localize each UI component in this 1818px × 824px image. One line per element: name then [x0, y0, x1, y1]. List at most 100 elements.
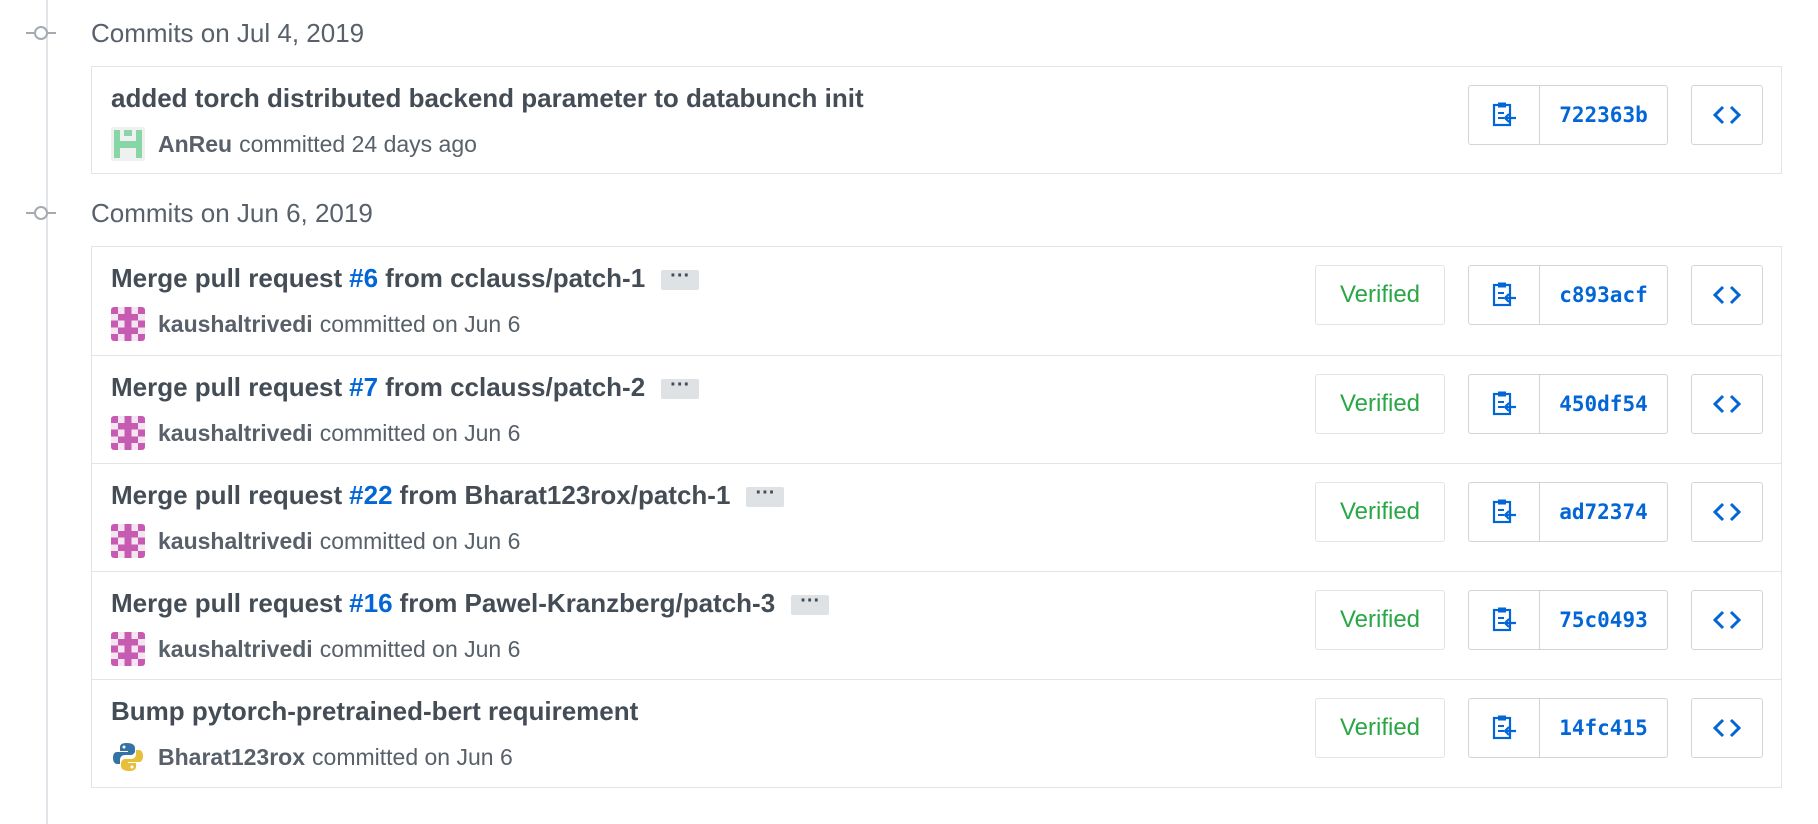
- clipboard-icon: [1492, 499, 1516, 524]
- pull-request-link[interactable]: #7: [349, 372, 378, 403]
- commit-message-link[interactable]: Merge pull request: [111, 263, 342, 294]
- clipboard-icon: [1492, 102, 1516, 127]
- commit-meta: kaushaltrivedi committed on Jun 6: [111, 632, 520, 666]
- python-logo-icon: [111, 740, 145, 774]
- code-icon: [1713, 718, 1741, 738]
- avatar[interactable]: [111, 632, 145, 666]
- commit-sha-link[interactable]: 14fc415: [1540, 699, 1667, 757]
- copy-sha-button[interactable]: [1469, 375, 1540, 433]
- browse-repo-button[interactable]: [1691, 265, 1763, 325]
- commit-message-link[interactable]: Merge pull request: [111, 588, 342, 619]
- commit-sha-link[interactable]: c893acf: [1540, 266, 1667, 324]
- identicon-icon: [111, 632, 145, 666]
- sha-button-group: 450df54: [1468, 374, 1668, 434]
- copy-sha-button[interactable]: [1469, 699, 1540, 757]
- commit-meta: kaushaltrivedi committed on Jun 6: [111, 307, 520, 341]
- commit-row: Bump pytorch-pretrained-bert requirement…: [92, 679, 1781, 787]
- clipboard-icon: [1492, 282, 1516, 307]
- commit-message: added torch distributed backend paramete…: [111, 83, 864, 113]
- commit-message: Merge pull request #7 from cclauss/patch…: [111, 372, 700, 403]
- author-link[interactable]: Bharat123rox: [158, 744, 305, 771]
- sha-button-group: 722363b: [1468, 85, 1668, 145]
- sha-button-group: 75c0493: [1468, 590, 1668, 650]
- browse-repo-button[interactable]: [1691, 374, 1763, 434]
- expand-message-button[interactable]: [746, 482, 785, 507]
- commit-message-link[interactable]: Bump pytorch-pretrained-bert requirement: [111, 696, 638, 727]
- avatar[interactable]: [111, 307, 145, 341]
- commit-meta: kaushaltrivedi committed on Jun 6: [111, 416, 520, 450]
- pull-request-link[interactable]: #6: [349, 263, 378, 294]
- commit-message: Merge pull request #16 from Pawel-Kranzb…: [111, 588, 830, 619]
- code-icon: [1713, 285, 1741, 305]
- pull-request-link[interactable]: #22: [349, 480, 392, 511]
- verified-badge[interactable]: Verified: [1315, 698, 1445, 758]
- avatar[interactable]: [111, 740, 145, 774]
- sha-button-group: ad72374: [1468, 482, 1668, 542]
- sha-button-group: c893acf: [1468, 265, 1668, 325]
- identicon-icon: [111, 524, 145, 558]
- sha-button-group: 14fc415: [1468, 698, 1668, 758]
- browse-repo-button[interactable]: [1691, 482, 1763, 542]
- commit-row: Merge pull request #7 from cclauss/patch…: [92, 355, 1781, 463]
- commit-time: committed on Jun 6: [319, 310, 521, 337]
- commit-time: committed on Jun 6: [319, 419, 521, 446]
- expand-message-button[interactable]: [661, 265, 700, 290]
- browse-repo-button[interactable]: [1691, 85, 1763, 145]
- commit-message-link[interactable]: added torch distributed backend paramete…: [111, 83, 864, 114]
- avatar[interactable]: [111, 416, 145, 450]
- commit-group: Commits on Jul 4, 2019 added torch distr…: [0, 0, 1818, 174]
- group-header: Commits on Jul 4, 2019: [0, 0, 1818, 66]
- commit-row: Merge pull request #6 from cclauss/patch…: [92, 247, 1781, 355]
- commit-message-link[interactable]: from Pawel-Kranzberg/patch-3: [400, 588, 776, 619]
- verified-badge[interactable]: Verified: [1315, 482, 1445, 542]
- commit-sha-link[interactable]: 450df54: [1540, 375, 1667, 433]
- group-date-title: Commits on Jun 6, 2019: [91, 198, 373, 228]
- copy-sha-button[interactable]: [1469, 483, 1540, 541]
- commit-message-link[interactable]: from cclauss/patch-2: [385, 372, 645, 403]
- commit-sha-link[interactable]: ad72374: [1540, 483, 1667, 541]
- group-date-title: Commits on Jul 4, 2019: [91, 18, 365, 48]
- verified-badge[interactable]: Verified: [1315, 374, 1445, 434]
- code-icon: [1713, 502, 1741, 522]
- author-link[interactable]: kaushaltrivedi: [158, 311, 313, 338]
- commit-time: committed on Jun 6: [312, 743, 513, 770]
- commit-sha-link[interactable]: 75c0493: [1540, 591, 1667, 649]
- avatar[interactable]: [111, 127, 145, 161]
- identicon-icon: [111, 416, 145, 450]
- commit-sha-link[interactable]: 722363b: [1540, 86, 1667, 144]
- author-link[interactable]: kaushaltrivedi: [158, 528, 313, 555]
- commit-time: committed on Jun 6: [319, 635, 521, 662]
- identicon-icon: [111, 127, 145, 161]
- browse-repo-button[interactable]: [1691, 698, 1763, 758]
- copy-sha-button[interactable]: [1469, 86, 1540, 144]
- expand-message-button[interactable]: [791, 590, 830, 615]
- copy-sha-button[interactable]: [1469, 591, 1540, 649]
- commit-row: Merge pull request #22 from Bharat123rox…: [92, 463, 1781, 571]
- commit-message: Merge pull request #22 from Bharat123rox…: [111, 480, 785, 511]
- commit-time: committed 24 days ago: [239, 130, 477, 157]
- expand-message-button[interactable]: [661, 374, 700, 399]
- verified-badge[interactable]: Verified: [1315, 590, 1445, 650]
- browse-repo-button[interactable]: [1691, 590, 1763, 650]
- copy-sha-button[interactable]: [1469, 266, 1540, 324]
- verified-badge[interactable]: Verified: [1315, 265, 1445, 325]
- code-icon: [1713, 105, 1741, 125]
- pull-request-link[interactable]: #16: [349, 588, 392, 619]
- commit-meta: kaushaltrivedi committed on Jun 6: [111, 524, 520, 558]
- commit-meta: Bharat123rox committed on Jun 6: [111, 740, 513, 774]
- identicon-icon: [111, 307, 145, 341]
- commit-list: Merge pull request #6 from cclauss/patch…: [91, 246, 1782, 788]
- author-link[interactable]: AnReu: [158, 131, 232, 158]
- author-link[interactable]: kaushaltrivedi: [158, 636, 313, 663]
- commit-message-link[interactable]: Merge pull request: [111, 372, 342, 403]
- avatar[interactable]: [111, 524, 145, 558]
- commit-list: added torch distributed backend paramete…: [91, 66, 1782, 174]
- commit-message: Bump pytorch-pretrained-bert requirement: [111, 696, 639, 726]
- author-link[interactable]: kaushaltrivedi: [158, 420, 313, 447]
- group-header: Commits on Jun 6, 2019: [0, 180, 1818, 246]
- git-commit-icon: [26, 206, 56, 220]
- commit-message-link[interactable]: Merge pull request: [111, 480, 342, 511]
- commit-message-link[interactable]: from cclauss/patch-1: [385, 263, 645, 294]
- commit-row: added torch distributed backend paramete…: [92, 67, 1781, 173]
- commit-message-link[interactable]: from Bharat123rox/patch-1: [400, 480, 731, 511]
